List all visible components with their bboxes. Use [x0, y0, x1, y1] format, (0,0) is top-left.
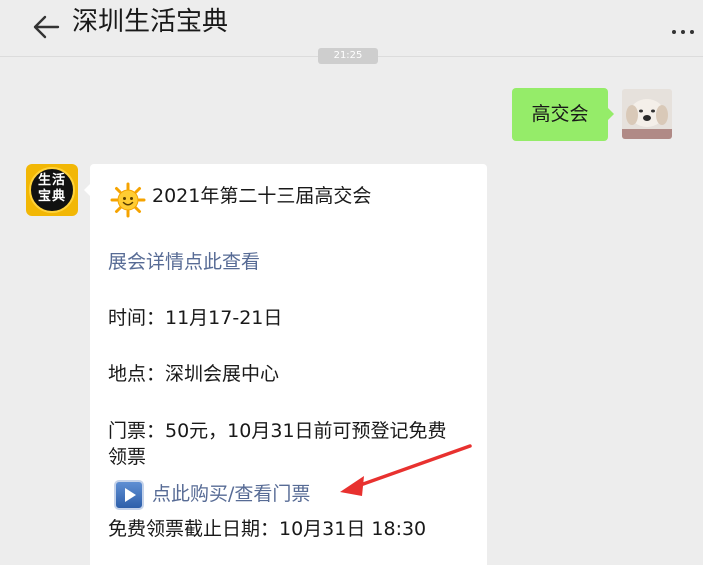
- dog-photo-icon: [622, 89, 672, 139]
- buy-ticket-link[interactable]: 点此购买/查看门票: [152, 480, 310, 508]
- event-details-link[interactable]: 展会详情点此查看: [108, 248, 260, 276]
- sun-emoji-icon: [110, 182, 146, 218]
- timestamp-chip: 21:25: [318, 48, 378, 64]
- free-ticket-deadline: 免费领票截止日期：10月31日 18:30: [108, 518, 427, 540]
- event-time: 时间：11月17-21日: [108, 307, 283, 329]
- outgoing-message-bubble[interactable]: 高交会: [512, 88, 614, 141]
- play-button-icon[interactable]: [114, 480, 144, 510]
- self-avatar[interactable]: [622, 89, 672, 139]
- ticket-info-line1: 门票：50元，10月31日前可预登记免费: [108, 420, 447, 442]
- more-options-icon[interactable]: [666, 26, 700, 38]
- chat-title: 深圳生活宝典: [72, 7, 229, 37]
- avatar-logo-text: 生活 宝典: [37, 173, 66, 204]
- incoming-message-bubble: 2021年第二十三届高交会 展会详情点此查看 时间：11月17-21日 地点：深…: [84, 164, 487, 565]
- back-arrow-icon[interactable]: [28, 12, 62, 42]
- event-place: 地点：深圳会展中心: [108, 363, 280, 385]
- ticket-info-line2: 领票: [108, 446, 147, 468]
- event-title: 2021年第二十三届高交会: [152, 185, 372, 207]
- official-account-avatar[interactable]: 生活 宝典: [26, 164, 78, 216]
